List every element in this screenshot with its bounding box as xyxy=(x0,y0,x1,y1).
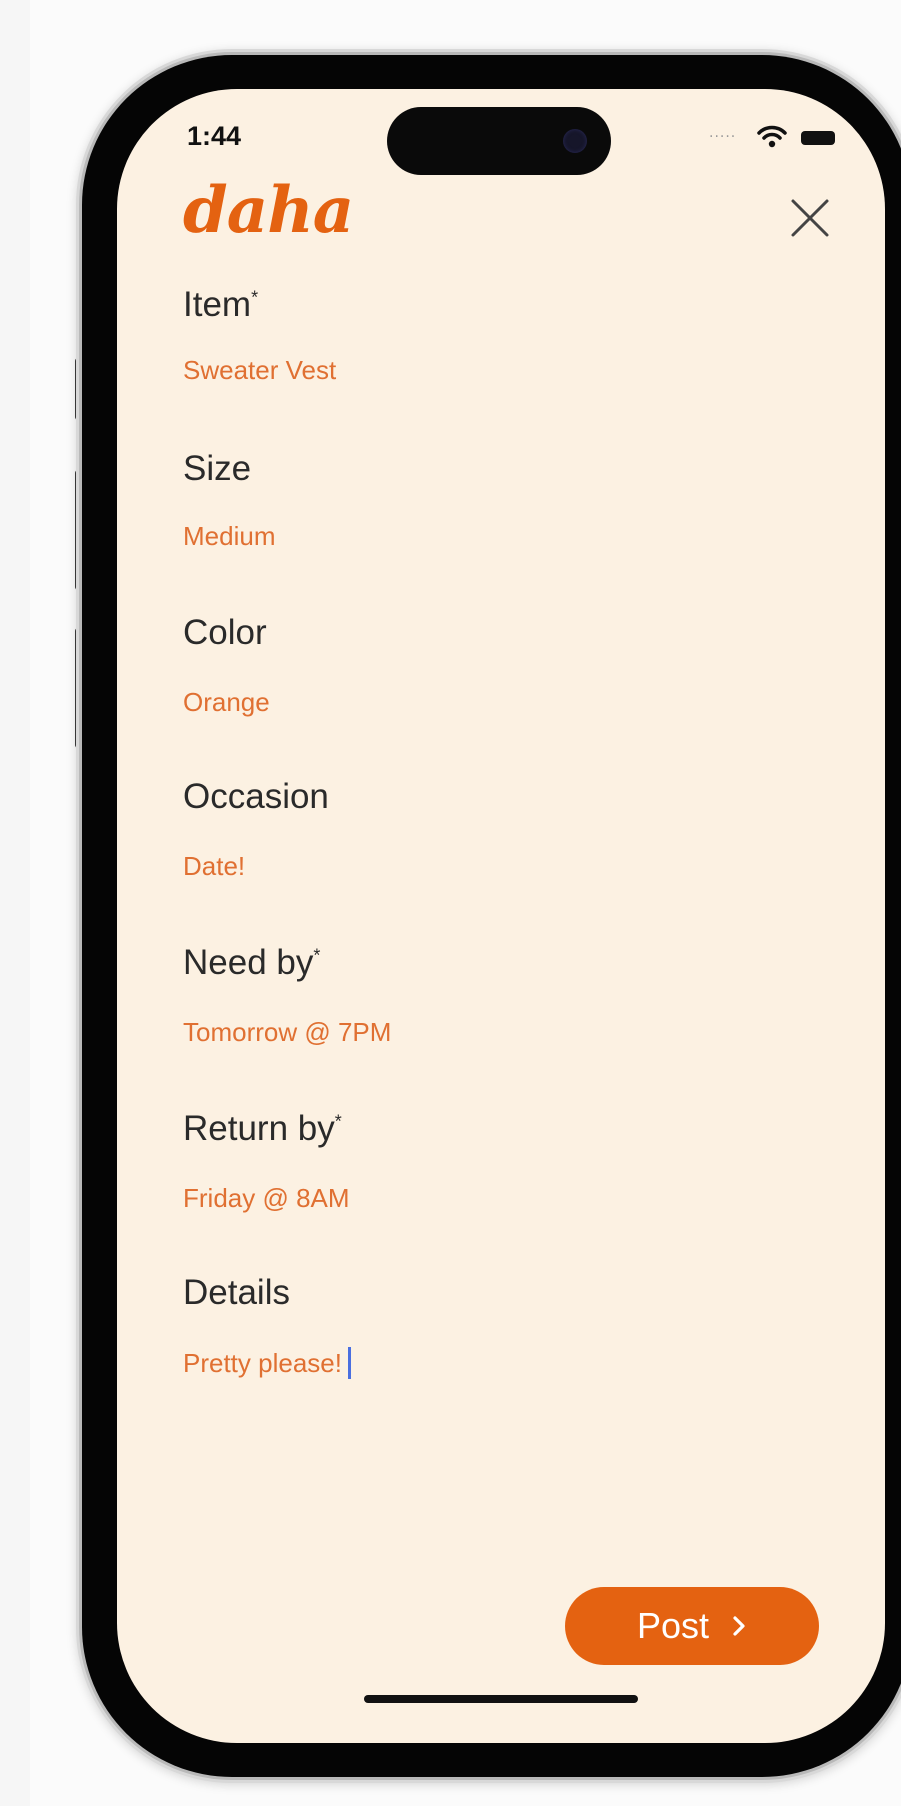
details-label: Details xyxy=(183,1273,290,1312)
return-by-label: Return by* xyxy=(183,1109,342,1148)
home-indicator xyxy=(364,1695,638,1703)
required-mark: * xyxy=(313,945,321,966)
battery-icon xyxy=(801,131,835,145)
text-caret xyxy=(347,1347,351,1379)
size-input[interactable]: Medium xyxy=(183,521,275,552)
camera-icon xyxy=(563,129,587,153)
app-screen: 1:44 ····· daha Item* Sweater Vest Size … xyxy=(117,89,885,1743)
color-input[interactable]: Orange xyxy=(183,687,270,718)
chevron-right-icon xyxy=(733,1616,745,1636)
signal-dots-icon: ····· xyxy=(709,129,737,145)
need-by-input[interactable]: Tomorrow @ 7PM xyxy=(183,1017,391,1048)
item-input[interactable]: Sweater Vest xyxy=(183,355,336,386)
status-time: 1:44 xyxy=(187,121,242,151)
details-input[interactable]: Pretty please! xyxy=(183,1347,351,1379)
close-icon[interactable] xyxy=(785,193,835,243)
need-by-label: Need by* xyxy=(183,943,321,982)
required-mark: * xyxy=(334,1111,342,1132)
post-button-label: Post xyxy=(636,1605,710,1646)
size-label: Size xyxy=(183,449,252,488)
item-label: Item* xyxy=(183,285,259,324)
post-button[interactable]: Post xyxy=(565,1587,819,1665)
details-text: Pretty please! xyxy=(183,1347,342,1378)
required-mark: * xyxy=(251,287,259,308)
occasion-input[interactable]: Date! xyxy=(183,851,245,882)
app-logo: daha xyxy=(183,173,354,248)
dynamic-island xyxy=(387,107,611,175)
wifi-icon xyxy=(757,125,787,148)
occasion-label: Occasion xyxy=(183,777,329,816)
status-icons: ····· xyxy=(709,125,839,149)
color-label: Color xyxy=(183,613,267,652)
return-by-input[interactable]: Friday @ 8AM xyxy=(183,1183,350,1214)
